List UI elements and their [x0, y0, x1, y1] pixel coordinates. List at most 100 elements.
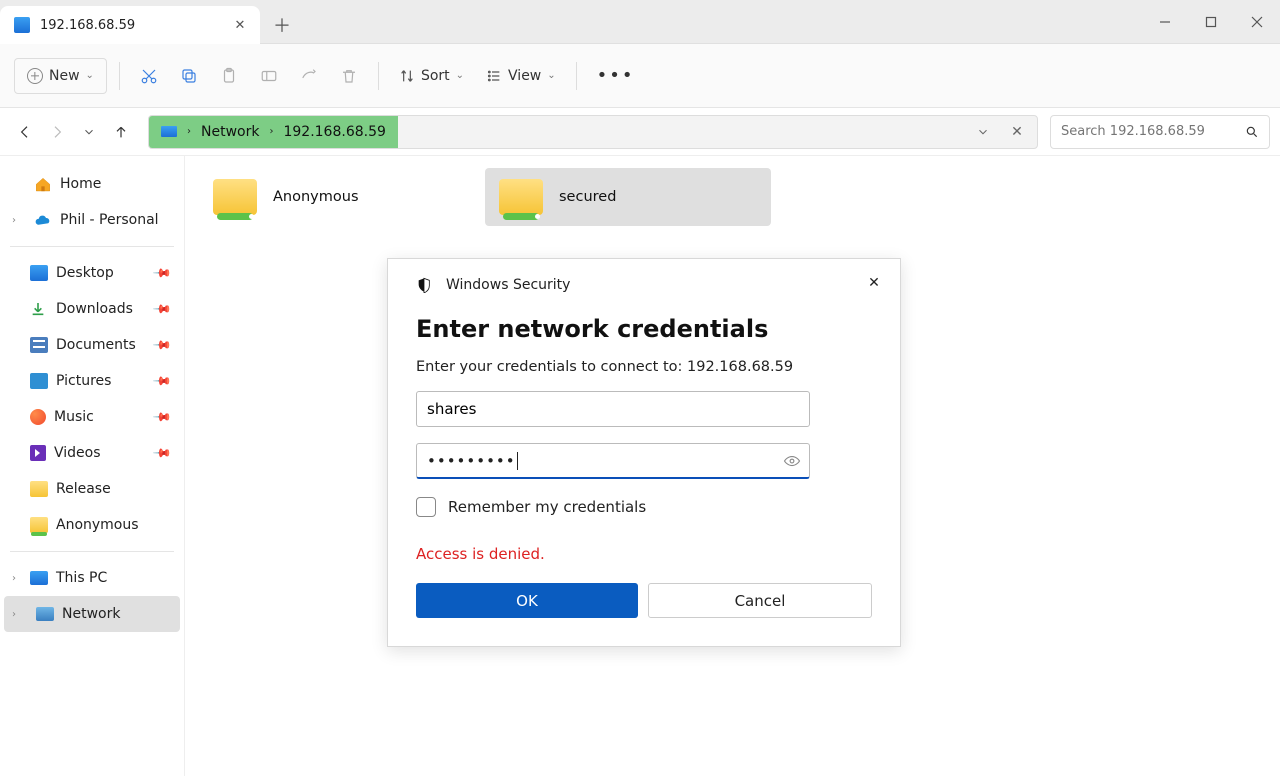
up-button[interactable] — [106, 117, 136, 147]
main-area: Home › Phil - Personal Desktop 📌 Download… — [0, 156, 1280, 776]
cut-button[interactable] — [132, 58, 166, 94]
breadcrumb-host[interactable]: 192.168.68.59 — [283, 124, 385, 140]
reveal-password-button[interactable] — [783, 452, 801, 470]
remember-checkbox[interactable] — [416, 497, 436, 517]
sidebar-item-network[interactable]: ›Network — [4, 596, 180, 632]
pc-icon — [30, 571, 48, 585]
search-input[interactable] — [1061, 124, 1237, 139]
paste-button[interactable] — [212, 58, 246, 94]
chevron-right-icon: › — [12, 609, 16, 620]
chevron-right-icon: › — [269, 126, 273, 137]
sort-button[interactable]: Sort ⌄ — [391, 58, 472, 94]
sidebar-item-thispc[interactable]: ›This PC — [4, 560, 180, 596]
music-icon — [30, 409, 46, 425]
search-box[interactable] — [1050, 115, 1270, 149]
download-icon — [30, 301, 48, 317]
sidebar-label: Phil - Personal — [60, 212, 159, 228]
address-dropdown[interactable] — [969, 118, 997, 146]
forward-button[interactable] — [42, 117, 72, 147]
chevron-right-icon: › — [187, 126, 191, 137]
back-button[interactable] — [10, 117, 40, 147]
sidebar-label: Music — [54, 409, 94, 425]
new-button[interactable]: New ⌄ — [14, 58, 107, 94]
sort-label: Sort — [421, 68, 450, 84]
search-icon — [1245, 125, 1259, 139]
sidebar-item-documents[interactable]: Documents 📌 — [4, 327, 180, 363]
monitor-icon — [14, 17, 30, 33]
sidebar-label: Home — [60, 176, 101, 192]
more-button[interactable]: ••• — [589, 58, 643, 94]
address-close[interactable]: ✕ — [1003, 118, 1031, 146]
password-mask: ••••••••• — [427, 452, 516, 470]
username-input[interactable] — [427, 400, 799, 418]
browser-tab[interactable]: 192.168.68.59 ✕ — [0, 6, 260, 44]
separator — [10, 551, 174, 552]
pin-icon: 📌 — [152, 371, 172, 391]
sidebar-label: Anonymous — [56, 517, 139, 533]
recent-button[interactable] — [74, 117, 104, 147]
sidebar-item-pictures[interactable]: Pictures 📌 — [4, 363, 180, 399]
folder-list: Anonymous secured — [199, 168, 1266, 226]
folder-item[interactable]: Anonymous — [199, 168, 485, 226]
window-titlebar: 192.168.68.59 ✕ ＋ — [0, 0, 1280, 44]
rename-button[interactable] — [252, 58, 286, 94]
sidebar-label: Downloads — [56, 301, 133, 317]
pin-icon: 📌 — [152, 335, 172, 355]
view-label: View — [508, 68, 541, 84]
sidebar-label: Release — [56, 481, 111, 497]
dialog-subtitle: Enter your credentials to connect to: 19… — [416, 359, 872, 375]
delete-button[interactable] — [332, 58, 366, 94]
remember-row[interactable]: Remember my credentials — [416, 497, 872, 517]
sort-icon — [399, 68, 415, 84]
view-button[interactable]: View ⌄ — [478, 58, 564, 94]
sidebar-item-downloads[interactable]: Downloads📌 — [4, 291, 180, 327]
new-tab-button[interactable]: ＋ — [260, 6, 304, 43]
separator — [378, 62, 379, 90]
pin-icon: 📌 — [152, 263, 172, 283]
ok-button[interactable]: OK — [416, 583, 638, 618]
folder-item[interactable]: secured — [485, 168, 771, 226]
separator — [119, 62, 120, 90]
credentials-dialog: Windows Security ✕ Enter network credent… — [387, 258, 901, 647]
folder-name: Anonymous — [273, 189, 359, 205]
tab-title: 192.168.68.59 — [40, 18, 220, 33]
documents-icon — [30, 337, 48, 353]
close-tab-button[interactable]: ✕ — [230, 15, 250, 35]
close-window-button[interactable] — [1234, 0, 1280, 43]
sidebar-item-anonymous[interactable]: Anonymous — [4, 507, 180, 543]
close-dialog-button[interactable]: ✕ — [862, 271, 886, 295]
sidebar-item-desktop[interactable]: Desktop 📌 — [4, 255, 180, 291]
sidebar-item-phil[interactable]: › Phil - Personal — [4, 202, 180, 238]
monitor-icon — [161, 126, 177, 137]
sidebar-label: Pictures — [56, 373, 111, 389]
sidebar-item-music[interactable]: Music 📌 — [4, 399, 180, 435]
cancel-button[interactable]: Cancel — [648, 583, 872, 618]
sidebar-label: Desktop — [56, 265, 114, 281]
sidebar: Home › Phil - Personal Desktop 📌 Download… — [0, 156, 185, 776]
onedrive-icon — [34, 212, 52, 228]
text-cursor — [517, 452, 518, 470]
sidebar-label: Documents — [56, 337, 136, 353]
chevron-right-icon: › — [12, 573, 16, 584]
shared-folder-icon — [499, 179, 543, 215]
desktop-icon — [30, 265, 48, 281]
ok-label: OK — [516, 592, 538, 610]
folder-name: secured — [559, 189, 616, 205]
minimize-button[interactable] — [1142, 0, 1188, 43]
separator — [576, 62, 577, 90]
navigation-row: › Network › 192.168.68.59 ✕ — [0, 108, 1280, 156]
chevron-right-icon: › — [12, 215, 16, 226]
copy-button[interactable] — [172, 58, 206, 94]
chevron-down-icon: ⌄ — [547, 70, 555, 81]
sidebar-item-videos[interactable]: Videos📌 — [4, 435, 180, 471]
sidebar-item-home[interactable]: Home — [4, 166, 180, 202]
sidebar-item-release[interactable]: Release — [4, 471, 180, 507]
password-field[interactable]: ••••••••• — [416, 443, 810, 479]
folder-icon — [30, 481, 48, 497]
maximize-button[interactable] — [1188, 0, 1234, 43]
username-field[interactable] — [416, 391, 810, 427]
breadcrumb-network[interactable]: Network — [201, 124, 259, 140]
share-button[interactable] — [292, 58, 326, 94]
pin-icon: 📌 — [152, 407, 172, 427]
address-bar[interactable]: › Network › 192.168.68.59 ✕ — [148, 115, 1038, 149]
